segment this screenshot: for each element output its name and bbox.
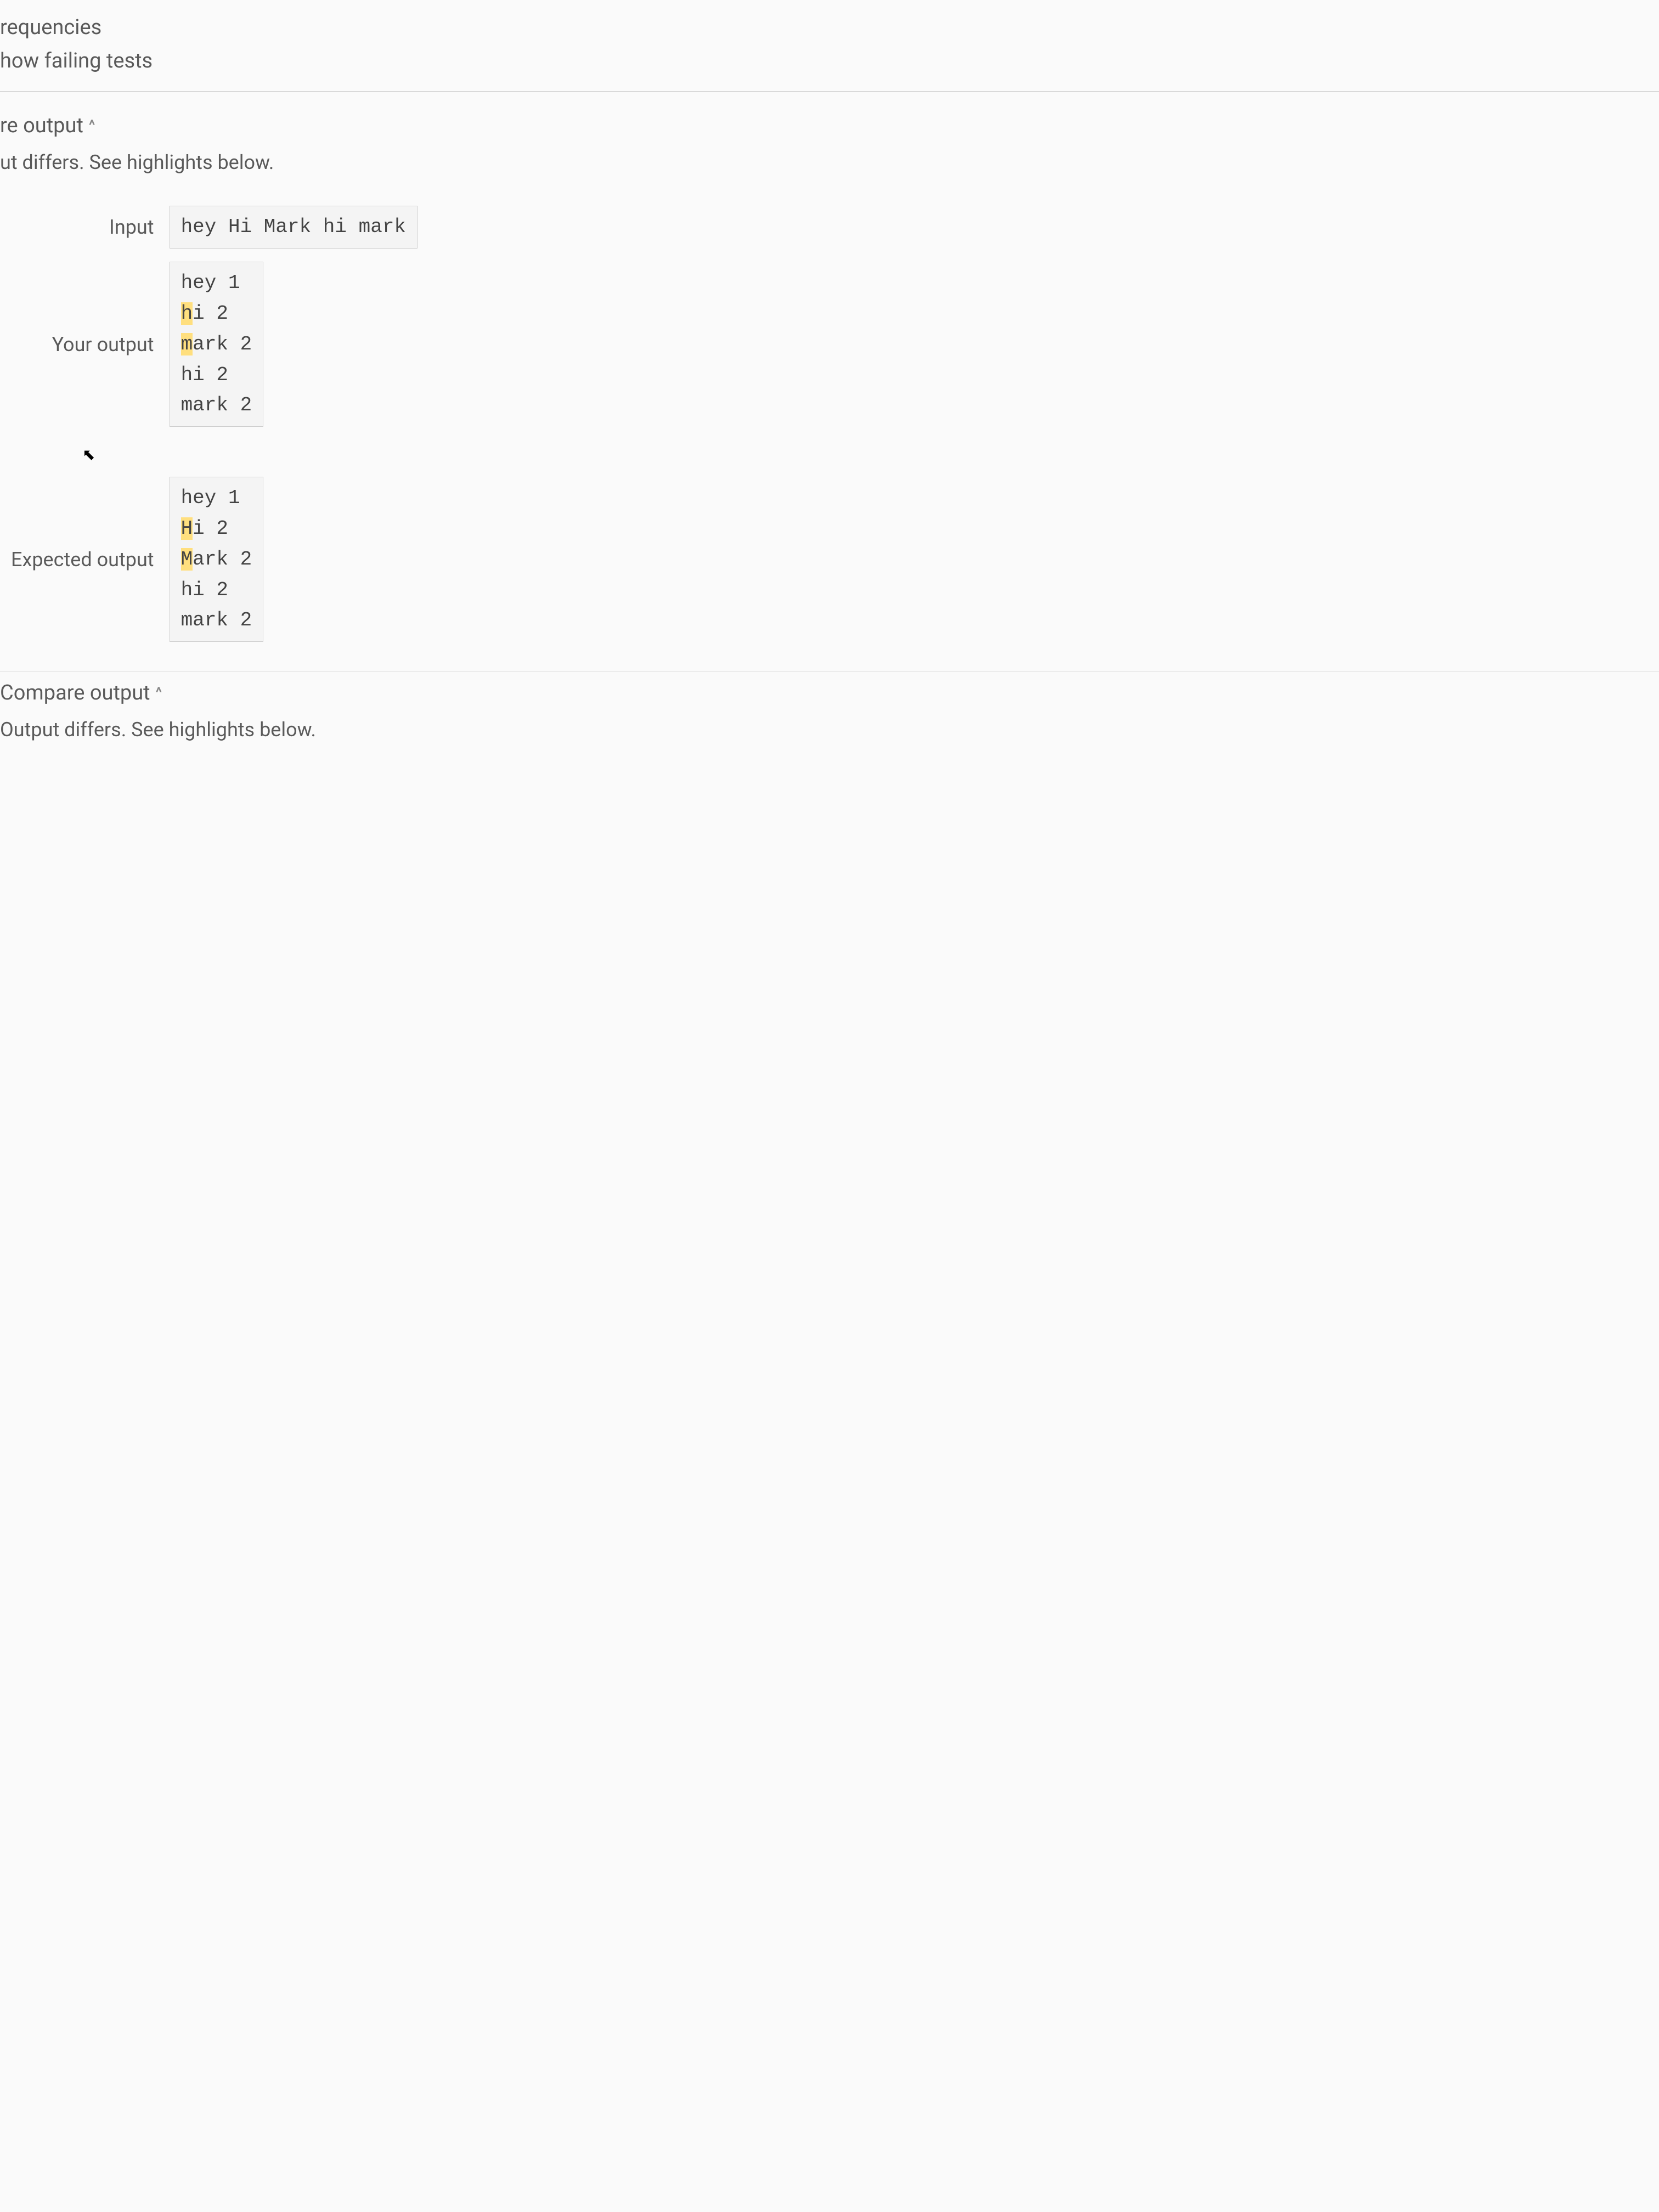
chevron-up-icon: ^	[156, 685, 162, 701]
diff-status-1: ut differs. See highlights below.	[0, 151, 1659, 174]
compare-output-header-2[interactable]: Compare output ^	[0, 681, 1659, 705]
section-title: re output	[0, 114, 83, 138]
top-nav: requencies how failing tests	[0, 11, 1659, 92]
io-table: Input hey Hi Mark hi mark Your output he…	[11, 193, 417, 655]
chevron-up-icon: ^	[89, 117, 95, 134]
nav-item-failing-tests[interactable]: how failing tests	[0, 44, 1659, 78]
compare-output-header-1[interactable]: re output ^	[0, 114, 1659, 138]
cursor-icon: ⬉	[82, 445, 417, 464]
section-title: Compare output	[0, 681, 150, 705]
nav-item-frequencies[interactable]: requencies	[0, 11, 1659, 44]
diff-highlight: M	[181, 548, 193, 571]
diff-highlight: H	[181, 517, 193, 540]
your-output-row: Your output hey 1 hi 2 mark 2 hi 2 mark …	[11, 262, 417, 427]
expected-output-value: hey 1 Hi 2 Mark 2 hi 2 mark 2	[170, 477, 264, 642]
input-label: Input	[11, 206, 170, 249]
expected-output-row: Expected output hey 1 Hi 2 Mark 2 hi 2 m…	[11, 477, 417, 642]
your-output-label: Your output	[11, 262, 170, 427]
diff-highlight: m	[181, 333, 193, 356]
diff-status-2: Output differs. See highlights below.	[0, 718, 1659, 741]
input-row: Input hey Hi Mark hi mark	[11, 206, 417, 249]
input-value: hey Hi Mark hi mark	[170, 206, 417, 249]
expected-output-label: Expected output	[11, 477, 170, 642]
your-output-value: hey 1 hi 2 mark 2 hi 2 mark 2	[170, 262, 264, 427]
diff-highlight: h	[181, 302, 193, 325]
